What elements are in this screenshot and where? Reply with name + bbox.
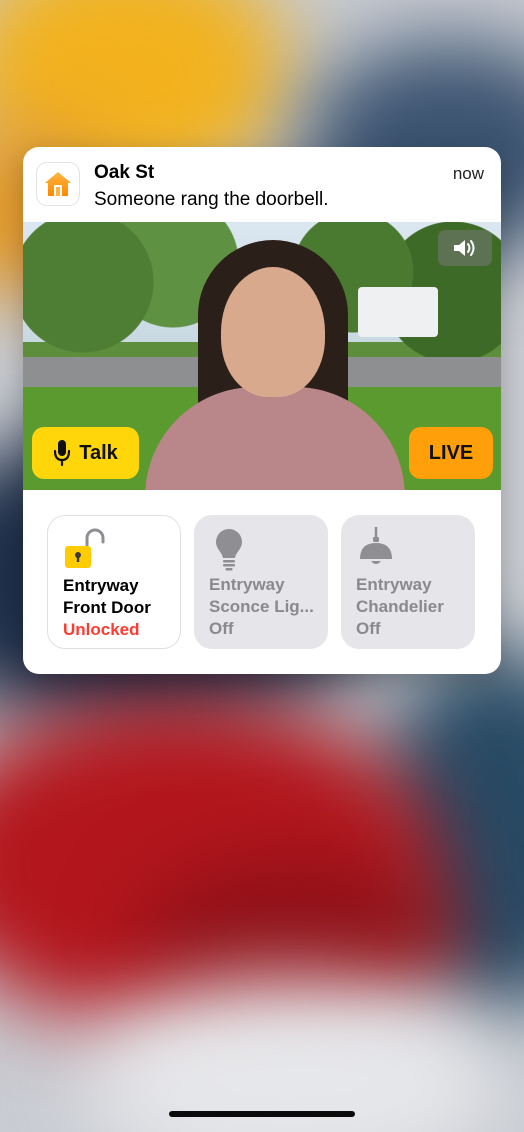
tile-front-door-lock[interactable]: Entryway Front Door Unlocked bbox=[47, 515, 181, 649]
tile-status: Unlocked bbox=[63, 620, 140, 639]
home-app-icon bbox=[37, 163, 79, 205]
speaker-icon bbox=[454, 240, 475, 256]
pendant-lamp-icon bbox=[360, 527, 392, 564]
notification-message: Someone rang the doorbell. bbox=[94, 189, 329, 210]
tile-status: Off bbox=[356, 619, 381, 638]
visitor-face bbox=[221, 267, 325, 397]
lock-open-icon bbox=[65, 528, 105, 568]
tile-name-line2: Front Door bbox=[63, 598, 151, 617]
live-badge: LIVE bbox=[409, 427, 493, 479]
live-label: LIVE bbox=[428, 441, 474, 464]
tile-name-line1: Entryway bbox=[356, 575, 432, 594]
microphone-icon bbox=[54, 440, 71, 467]
doorbell-notification[interactable]: Oak St Someone rang the doorbell. now Ta bbox=[23, 147, 501, 674]
notification-title: Oak St bbox=[94, 162, 155, 183]
tile-name-line2: Sconce Lig... bbox=[209, 597, 314, 616]
doorbell-camera-feed[interactable]: Talk LIVE bbox=[23, 222, 501, 490]
volume-button[interactable] bbox=[438, 230, 492, 266]
tile-name-line1: Entryway bbox=[63, 576, 139, 595]
talk-button[interactable]: Talk bbox=[32, 427, 139, 479]
tile-status: Off bbox=[209, 619, 234, 638]
lightbulb-icon bbox=[216, 529, 242, 571]
tile-name-line1: Entryway bbox=[209, 575, 285, 594]
tile-sconce-light[interactable]: Entryway Sconce Lig... Off bbox=[194, 515, 328, 649]
tile-chandelier[interactable]: Entryway Chandelier Off bbox=[341, 515, 475, 649]
home-indicator[interactable] bbox=[169, 1111, 355, 1117]
notification-time: now bbox=[452, 164, 484, 183]
feed-house bbox=[358, 287, 438, 337]
notification-header: Oak St Someone rang the doorbell. now bbox=[23, 147, 501, 222]
tile-name-line2: Chandelier bbox=[356, 597, 444, 616]
talk-label: Talk bbox=[79, 441, 118, 464]
